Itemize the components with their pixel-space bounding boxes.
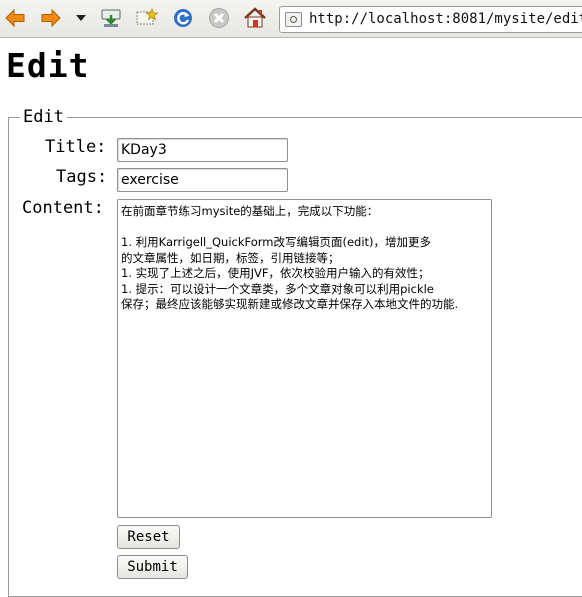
title-label: Title: — [45, 137, 107, 157]
content-textarea[interactable]: 在前面章节练习mysite的基础上，完成以下功能： 1. 利用Karrigell… — [117, 199, 492, 518]
bookmark-icon[interactable] — [134, 5, 160, 31]
site-identity-icon[interactable] — [285, 12, 302, 27]
submit-button[interactable]: Submit — [117, 555, 188, 579]
history-dropdown-icon[interactable] — [70, 5, 92, 31]
form-legend: Edit — [20, 108, 67, 126]
content-line: 的文章属性，如日期，标签，引用链接等； — [121, 250, 340, 265]
forward-arrow-icon[interactable] — [38, 5, 64, 31]
address-bar[interactable]: http://localhost:8081/mysite/edit — [279, 6, 582, 33]
title-input[interactable]: KDay3 — [117, 138, 288, 162]
content-line: 1. 实现了上述之后，使用JVF，依次校验用户输入的有效性； — [121, 266, 430, 280]
home-icon[interactable] — [242, 5, 268, 31]
content-line: 1. 提示：可以设计一个文章类，多个文章对象可以利用pickle — [121, 281, 434, 296]
download-icon[interactable] — [98, 5, 124, 31]
content-line: 1. 利用Karrigell_QuickForm改写编辑页面(edit)，增加更… — [121, 235, 432, 249]
content-line: 在前面章节练习mysite的基础上，完成以下功能： — [121, 204, 379, 218]
back-arrow-icon[interactable] — [2, 5, 28, 31]
reset-button[interactable]: Reset — [117, 525, 180, 549]
url-text[interactable]: http://localhost:8081/mysite/edit — [309, 11, 582, 27]
tags-label: Tags: — [56, 167, 108, 187]
content-line: 保存；最终应该能够实现新建或修改文章并保存入本地文件的功能. — [121, 297, 459, 311]
reload-icon[interactable] — [170, 5, 196, 31]
content-label: Content: — [22, 198, 104, 218]
content-line — [121, 220, 488, 236]
browser-toolbar: http://localhost:8081/mysite/edit — [0, 0, 582, 38]
tags-input[interactable]: exercise — [117, 168, 288, 192]
page-title: Edit — [6, 46, 90, 85]
stop-icon[interactable] — [206, 5, 232, 31]
